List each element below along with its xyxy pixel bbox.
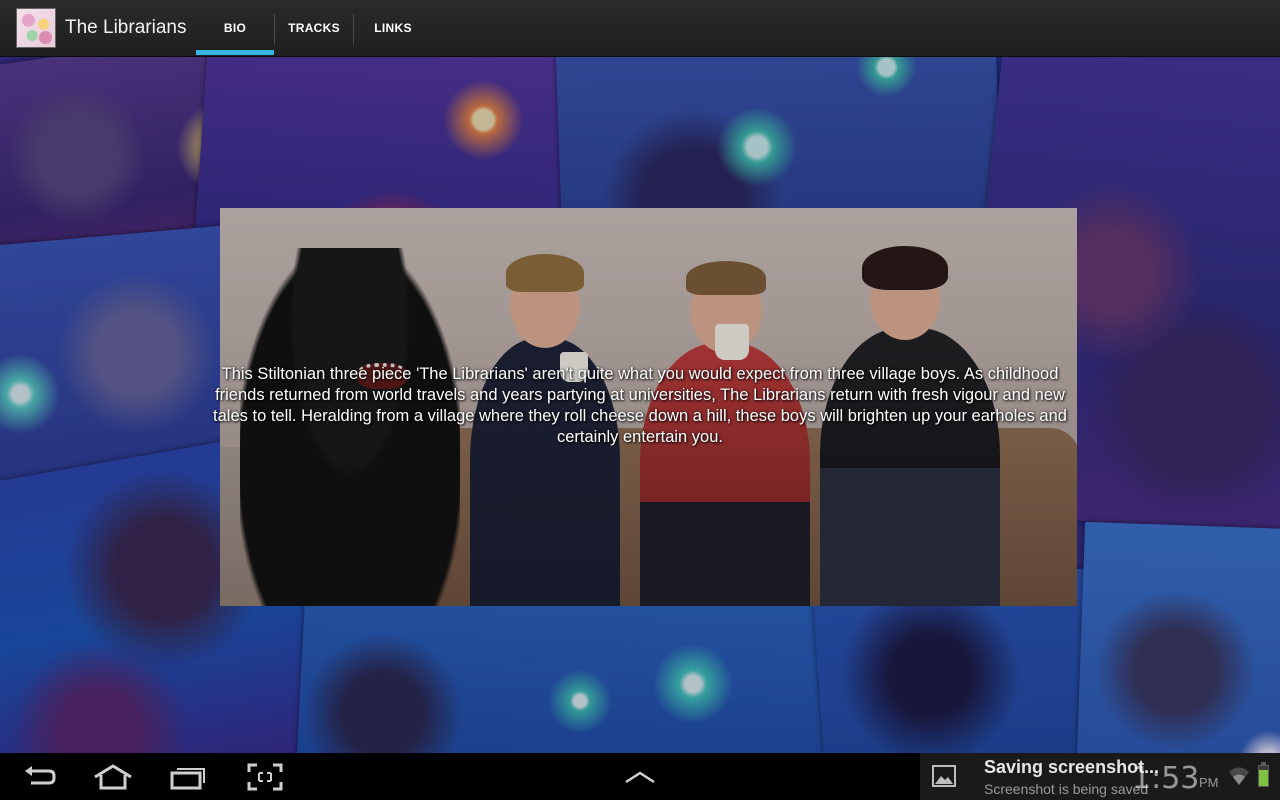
menu-up-button[interactable] <box>615 753 665 800</box>
system-navigation-bar: Saving screenshot... Screenshot is being… <box>0 753 1280 800</box>
tab-selected-indicator <box>196 50 274 55</box>
back-button[interactable] <box>14 753 64 800</box>
recent-apps-button[interactable] <box>163 753 213 800</box>
screenshot-notification[interactable]: Saving screenshot... Screenshot is being… <box>920 753 1280 800</box>
wifi-icon <box>1229 767 1249 785</box>
back-icon <box>25 765 56 784</box>
app-logo-icon[interactable] <box>16 8 56 48</box>
status-clock: 1:53 <box>1132 761 1200 796</box>
tab-links[interactable]: LINKS <box>354 0 432 56</box>
action-bar: The Librarians BIO TRACKS LINKS <box>0 0 1280 57</box>
screenshot-button[interactable] <box>240 753 290 800</box>
bio-text: This Stiltonian three piece 'The Librari… <box>213 365 1067 446</box>
app-title: The Librarians <box>65 17 187 38</box>
home-button[interactable] <box>88 753 138 800</box>
recent-apps-icon <box>170 767 205 789</box>
notification-subtitle: Screenshot is being saved <box>984 781 1149 797</box>
screenshot-icon <box>247 763 283 790</box>
battery-icon <box>1258 762 1269 787</box>
status-ampm: PM <box>1199 775 1219 790</box>
menu-up-icon <box>625 771 655 783</box>
tab-bio[interactable]: BIO <box>196 0 274 56</box>
tab-tracks[interactable]: TRACKS <box>275 0 353 56</box>
app-screen: This Stiltonian three piece 'The Librari… <box>0 0 1280 800</box>
image-icon <box>932 765 956 787</box>
home-icon <box>94 763 132 789</box>
